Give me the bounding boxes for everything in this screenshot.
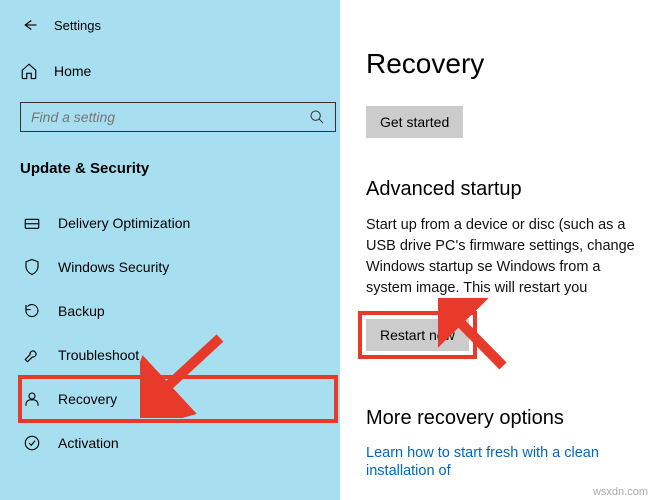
sidebar-item-label: Delivery Optimization bbox=[58, 215, 190, 231]
watermark: wsxdn.com bbox=[593, 486, 648, 498]
sidebar-item-troubleshoot[interactable]: Troubleshoot bbox=[20, 333, 336, 377]
back-icon[interactable] bbox=[20, 16, 38, 34]
sidebar-item-backup[interactable]: Backup bbox=[20, 289, 336, 333]
sidebar: Settings Home Update & Security Delivery… bbox=[0, 0, 340, 500]
search-field[interactable] bbox=[31, 109, 291, 125]
sidebar-item-label: Recovery bbox=[58, 391, 117, 407]
section-header: Update & Security bbox=[20, 160, 336, 177]
advanced-startup-heading: Advanced startup bbox=[366, 178, 638, 201]
sidebar-item-label: Windows Security bbox=[58, 259, 169, 275]
sidebar-item-activation[interactable]: Activation bbox=[20, 421, 336, 465]
get-started-button[interactable]: Get started bbox=[366, 106, 463, 138]
search-input[interactable] bbox=[20, 102, 336, 132]
sidebar-item-windows-security[interactable]: Windows Security bbox=[20, 245, 336, 289]
nav-list: Delivery Optimization Windows Security B… bbox=[20, 201, 336, 465]
advanced-startup-text: Start up from a device or disc (such as … bbox=[366, 215, 638, 299]
sidebar-item-label: Troubleshoot bbox=[58, 347, 139, 363]
page-title: Recovery bbox=[366, 48, 638, 80]
delivery-icon bbox=[22, 213, 42, 233]
restart-now-button[interactable]: Restart now bbox=[366, 319, 469, 351]
wrench-icon bbox=[22, 345, 42, 365]
home-label: Home bbox=[54, 63, 91, 79]
activation-icon bbox=[22, 433, 42, 453]
shield-icon bbox=[22, 257, 42, 277]
header-title: Settings bbox=[54, 18, 101, 33]
recovery-icon bbox=[22, 389, 42, 409]
backup-icon bbox=[22, 301, 42, 321]
content-pane: Recovery Get started Advanced startup St… bbox=[340, 0, 656, 500]
sidebar-item-delivery-optimization[interactable]: Delivery Optimization bbox=[20, 201, 336, 245]
settings-header: Settings bbox=[20, 16, 336, 34]
search-icon bbox=[309, 109, 325, 125]
sidebar-item-recovery[interactable]: Recovery bbox=[20, 377, 336, 421]
more-recovery-heading: More recovery options bbox=[366, 407, 638, 430]
sidebar-item-label: Activation bbox=[58, 435, 119, 451]
home-icon bbox=[20, 62, 38, 80]
home-nav[interactable]: Home bbox=[20, 62, 336, 80]
sidebar-item-label: Backup bbox=[58, 303, 105, 319]
fresh-install-link[interactable]: Learn how to start fresh with a clean in… bbox=[366, 445, 599, 479]
